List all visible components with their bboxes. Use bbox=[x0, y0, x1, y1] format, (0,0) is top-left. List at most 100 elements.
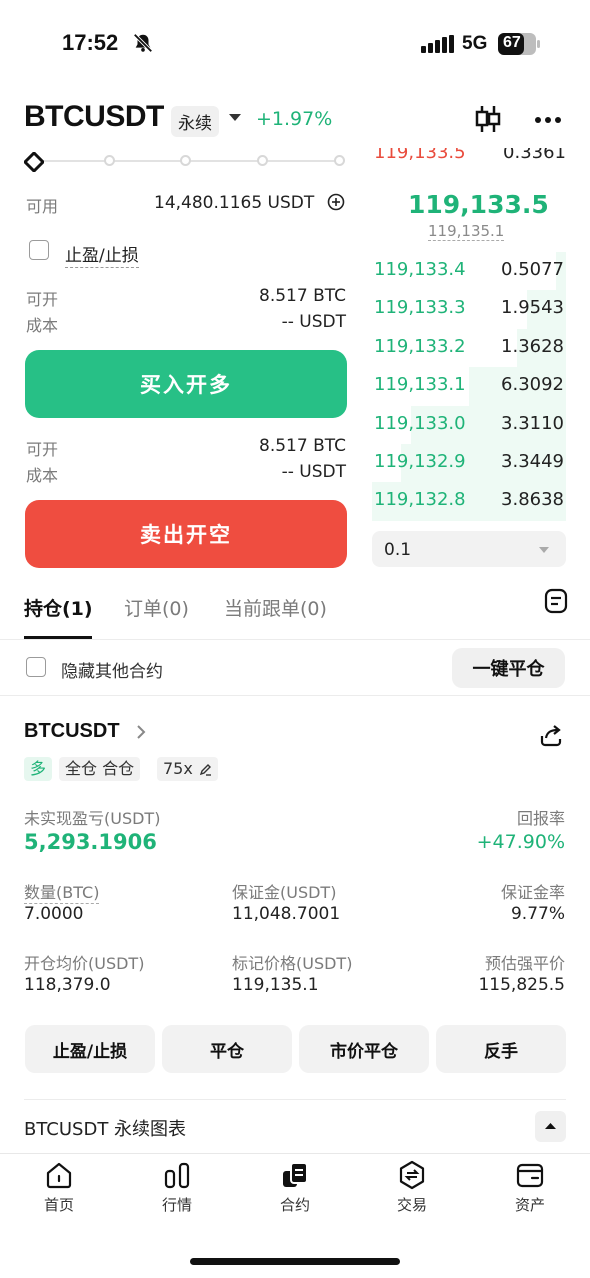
orderbook-bid-row[interactable]: 119,132.9 3.3449 bbox=[372, 444, 566, 483]
section-divider bbox=[0, 695, 590, 696]
add-funds-icon[interactable] bbox=[327, 193, 345, 211]
bid-qty: 6.3092 bbox=[501, 374, 564, 396]
buy-can-open-label: 可开 bbox=[26, 290, 59, 309]
ask-price: 119,133.5 bbox=[374, 148, 466, 163]
liq-price-label: 预估强平价 bbox=[484, 954, 565, 973]
nav-label: 首页 bbox=[43, 1196, 74, 1214]
slider-step[interactable] bbox=[180, 155, 191, 166]
caret-up-icon[interactable] bbox=[535, 1111, 566, 1142]
unrealized-pnl-label: 未实现盈亏(USDT) bbox=[24, 809, 161, 828]
sell-cost-label: 成本 bbox=[26, 466, 59, 485]
qty-label: 数量(BTC) bbox=[24, 879, 100, 904]
sell-open-short-button[interactable]: 卖出开空 bbox=[25, 500, 347, 568]
hide-others-checkbox[interactable] bbox=[26, 657, 46, 677]
orderbook-bid-row[interactable]: 119,133.4 0.5077 bbox=[372, 252, 566, 291]
margin-ratio-label: 保证金率 bbox=[500, 883, 565, 902]
tpsl-button[interactable]: 止盈/止损 bbox=[25, 1025, 155, 1073]
leverage-value: 75x bbox=[163, 759, 193, 778]
tab-divider bbox=[0, 639, 590, 640]
bid-price: 119,133.1 bbox=[374, 374, 466, 396]
bell-muted-icon bbox=[133, 33, 153, 53]
slider-step[interactable] bbox=[104, 155, 115, 166]
close-position-button[interactable]: 平仓 bbox=[162, 1025, 292, 1073]
mark-price-label: 标记价格(USDT) bbox=[232, 954, 353, 973]
more-icon[interactable] bbox=[534, 116, 562, 124]
caret-down-icon[interactable] bbox=[228, 113, 242, 123]
margin-label: 保证金(USDT) bbox=[232, 883, 337, 902]
leverage-tag[interactable]: 75x bbox=[157, 757, 218, 781]
order-history-icon[interactable] bbox=[544, 588, 568, 614]
roe-value: +47.90% bbox=[476, 831, 565, 853]
chevron-right-icon[interactable] bbox=[136, 724, 146, 740]
entry-price-value: 118,379.0 bbox=[24, 975, 111, 995]
available-value: 14,480.1165 USDT bbox=[154, 193, 315, 213]
liq-price-value: 115,825.5 bbox=[478, 975, 565, 995]
caret-down-icon[interactable] bbox=[538, 546, 550, 554]
bid-price: 119,133.2 bbox=[374, 335, 466, 357]
available-label: 可用 bbox=[26, 197, 59, 216]
slider-step[interactable] bbox=[257, 155, 268, 166]
side-tag: 多 bbox=[24, 757, 53, 781]
wallet-icon bbox=[516, 1163, 544, 1188]
slider-step[interactable] bbox=[334, 155, 345, 166]
margin-mode-tag: 全仓 合仓 bbox=[59, 757, 141, 781]
bid-qty: 1.3628 bbox=[501, 335, 564, 357]
tpsl-checkbox[interactable] bbox=[29, 240, 49, 260]
bid-price: 119,133.4 bbox=[374, 259, 466, 280]
battery-level: 67 bbox=[503, 34, 521, 51]
entry-price-label: 开仓均价(USDT) bbox=[24, 954, 145, 973]
orderbook-top-ask[interactable]: 119,133.5 0.3361 bbox=[372, 148, 566, 170]
candlestick-chart-icon[interactable] bbox=[475, 104, 501, 134]
qty-value: 7.0000 bbox=[24, 904, 84, 924]
precision-value[interactable]: 0.1 bbox=[384, 540, 411, 560]
orderbook-bid-row[interactable]: 119,132.8 3.8638 bbox=[372, 482, 566, 521]
pair-title[interactable]: BTCUSDT bbox=[24, 100, 164, 134]
bid-price: 119,132.9 bbox=[374, 451, 466, 472]
orderbook-bid-row[interactable]: 119,133.2 1.3628 bbox=[372, 328, 566, 368]
nav-label: 资产 bbox=[514, 1196, 545, 1214]
roe-label: 回报率 bbox=[516, 809, 565, 828]
market-close-button[interactable]: 市价平仓 bbox=[299, 1025, 429, 1073]
tab-orders[interactable]: 订单(0) bbox=[124, 594, 189, 621]
orderbook-bid-row[interactable]: 119,133.3 1.9543 bbox=[372, 290, 566, 329]
home-indicator[interactable] bbox=[190, 1258, 400, 1265]
status-time: 17:52 bbox=[62, 30, 119, 55]
contract-type-tag[interactable]: 永续 bbox=[171, 106, 219, 137]
chart-section-title[interactable]: BTCUSDT 永续图表 bbox=[24, 1115, 186, 1141]
bid-qty: 3.8638 bbox=[501, 489, 564, 511]
buy-cost-value: -- USDT bbox=[281, 312, 346, 332]
buy-open-long-button[interactable]: 买入开多 bbox=[25, 350, 347, 418]
share-icon[interactable] bbox=[538, 722, 564, 748]
buy-can-open-value: 8.517 BTC bbox=[259, 286, 346, 306]
bid-price: 119,133.0 bbox=[374, 412, 466, 434]
bid-qty: 3.3449 bbox=[501, 451, 564, 472]
futures-icon bbox=[283, 1162, 308, 1187]
signal-icon bbox=[421, 35, 454, 53]
ask-qty: 0.3361 bbox=[503, 148, 566, 163]
tpsl-label[interactable]: 止盈/止损 bbox=[65, 241, 139, 268]
tab-positions[interactable]: 持仓(1) bbox=[24, 594, 93, 621]
mark-price[interactable]: 119,135.1 bbox=[428, 222, 505, 241]
price-change: +1.97% bbox=[256, 108, 333, 130]
nav-home[interactable]: 首页 bbox=[19, 1160, 99, 1220]
nav-trade[interactable]: 交易 bbox=[372, 1160, 452, 1220]
reverse-position-button[interactable]: 反手 bbox=[436, 1025, 566, 1073]
nav-market[interactable]: 行情 bbox=[137, 1160, 217, 1220]
orderbook-bid-row[interactable]: 119,133.1 6.3092 bbox=[372, 367, 566, 406]
chart-expand-button[interactable] bbox=[535, 1111, 566, 1142]
buy-cost-label: 成本 bbox=[26, 316, 59, 335]
orderbook-bid-row[interactable]: 119,133.0 3.3110 bbox=[372, 405, 566, 444]
tab-copy-trades[interactable]: 当前跟单(0) bbox=[224, 594, 327, 621]
bid-qty: 0.5077 bbox=[501, 259, 564, 280]
position-symbol[interactable]: BTCUSDT bbox=[24, 720, 120, 743]
battery-icon: 67 bbox=[498, 33, 542, 55]
bid-price: 119,133.3 bbox=[374, 297, 466, 319]
slider-handle[interactable] bbox=[24, 152, 44, 172]
close-all-button[interactable]: 一键平仓 bbox=[452, 648, 565, 688]
unrealized-pnl-value: 5,293.1906 bbox=[24, 830, 157, 854]
nav-futures[interactable]: 合约 bbox=[255, 1160, 335, 1220]
hide-others-label[interactable]: 隐藏其他合约 bbox=[61, 657, 163, 682]
margin-value: 11,048.7001 bbox=[232, 904, 341, 924]
nav-assets[interactable]: 资产 bbox=[490, 1160, 570, 1220]
edit-icon[interactable] bbox=[199, 763, 212, 776]
